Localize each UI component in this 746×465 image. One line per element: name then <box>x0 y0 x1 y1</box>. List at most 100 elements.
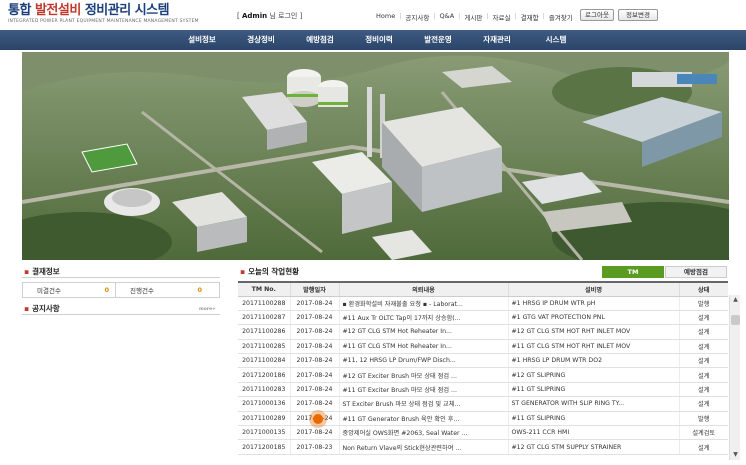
table-row[interactable]: 20171100287 2017-08-24 #11 Aux Tr OLTC Tap… <box>238 310 728 326</box>
cell-request[interactable]: 중앙제어실 OWS화면 #2063, Seal Water ... <box>338 425 508 441</box>
cell-tm-no: 20171100287 <box>238 310 290 326</box>
link-favorites[interactable]: 즐겨찾기 <box>545 12 577 22</box>
logo-title: 통합 발전설비 정비관리 시스템 <box>8 3 170 18</box>
cell-equipment: #11 GT CLG STM HOT RHT INLET MOV <box>507 339 679 355</box>
cell-status: 설계 <box>678 439 728 455</box>
cell-tm-no: 20171000135 <box>238 425 290 441</box>
cell-tm-no: 20171100288 <box>238 296 290 311</box>
pending-count[interactable]: 0 <box>83 286 109 294</box>
cell-status: 설계 <box>678 353 728 369</box>
cell-equipment: #12 GT CLG STM HOT RHT INLET MOV <box>507 324 679 340</box>
cell-request[interactable]: #11, 12 HRSG LP Drum/FWP Disch... <box>338 353 508 369</box>
work-section-title: ▪ 오늘의 작업현황 <box>240 267 300 276</box>
cell-request[interactable]: #11 Aux Tr OLTC Tap이 17까지 상승함(... <box>338 310 508 326</box>
table-row[interactable]: 20171100288 2017-08-24 ▪ 환경화학설비 자재불출 요청 ▪ … <box>238 296 728 311</box>
cell-status: 설계 <box>678 324 728 340</box>
table-row[interactable]: 20171200186 2017-08-24 #12 GT Exciter Brus… <box>238 367 728 383</box>
cell-status: 설계 <box>678 396 728 412</box>
user-info: [ Admin 님 로그인 ] <box>237 12 303 20</box>
link-qna[interactable]: Q&A <box>436 12 459 22</box>
scroll-down-icon[interactable]: ▼ <box>730 450 741 460</box>
nav-system[interactable]: 시스템 <box>527 30 586 50</box>
notice-section-title: ▪ 공지사항 <box>24 304 60 313</box>
cell-request[interactable]: Non Return Vlave의 Stick현상관련하여 ... <box>338 439 508 455</box>
cell-equipment: #1 GTG VAT PROTECTION PNL <box>507 310 679 326</box>
header: 통합 발전설비 정비관리 시스템 INTEGRATED POWER PLANT … <box>0 0 746 30</box>
main-nav: 설비정보 경상정비 예방점검 정비이력 발전운영 자재관리 시스템 <box>0 30 746 50</box>
nav-material-management[interactable]: 자재관리 <box>468 30 527 50</box>
cell-request[interactable]: #11 GT CLG STM Hot Reheater In... <box>338 339 508 355</box>
column-header-request: 의뢰내용 <box>338 283 508 297</box>
cell-status: 발행 <box>678 411 728 427</box>
column-header-equipment: 설비명 <box>507 283 679 297</box>
power-plant-illustration <box>22 52 729 260</box>
table-row[interactable]: 20171100283 2017-08-24 #11 GT Exciter Brus… <box>238 382 728 398</box>
tab-tm[interactable]: TM <box>602 266 664 278</box>
link-home[interactable]: Home <box>372 12 399 22</box>
scroll-up-icon[interactable]: ▲ <box>730 295 741 305</box>
top-links: Home | 공지사항 | Q&A | 게시판 | 자료실 | 결재함 | 즐겨찾기 <box>372 12 577 22</box>
cell-status: 발행 <box>678 296 728 311</box>
cell-status: 설계 <box>678 310 728 326</box>
link-archive[interactable]: 자료실 <box>489 12 515 22</box>
logout-button[interactable]: 로그아웃 <box>580 9 614 21</box>
table-scrollbar[interactable]: ▲ ▼ <box>729 295 740 460</box>
tab-preventive-check[interactable]: 예방점검 <box>665 266 727 278</box>
cell-tm-no: 20171100286 <box>238 324 290 340</box>
nav-equipment-info[interactable]: 설비정보 <box>173 30 232 50</box>
in-progress-count[interactable]: 0 <box>176 286 202 294</box>
column-header-tm-no: TM No. <box>238 283 290 297</box>
notice-more-link[interactable]: more+ <box>199 307 216 312</box>
logo[interactable]: 통합 발전설비 정비관리 시스템 INTEGRATED POWER PLANT … <box>8 3 199 27</box>
profile-button[interactable]: 정보변경 <box>618 9 658 21</box>
nav-plant-operation[interactable]: 발전운영 <box>409 30 468 50</box>
table-row[interactable]: 20171000136 2017-08-24 ST Exciter Brush 마모… <box>238 396 728 412</box>
nav-preventive-check[interactable]: 예방점검 <box>291 30 350 50</box>
cell-tm-no: 20171100284 <box>238 353 290 369</box>
cell-equipment: #11 GT SLIPRING <box>507 382 679 398</box>
table-row[interactable]: 20171000135 2017-08-24 중앙제어실 OWS화면 #2063, … <box>238 425 728 441</box>
approval-counts: 미결건수 0 진행건수 0 <box>22 282 220 298</box>
cell-date: 2017-08-24 <box>289 324 339 340</box>
power-plant-banner <box>22 52 729 260</box>
cell-tm-no: 20171100283 <box>238 382 290 398</box>
link-approval[interactable]: 결재함 <box>517 12 543 22</box>
cell-equipment: #12 GT CLG STM SUPPLY STRAINER <box>507 439 679 455</box>
nav-routine-maintenance[interactable]: 경상정비 <box>232 30 291 50</box>
cell-request[interactable]: #12 GT CLG STM Hot Reheater In... <box>338 324 508 340</box>
cell-equipment: OWS-211 CCR HMI <box>507 425 679 441</box>
link-board[interactable]: 게시판 <box>460 12 486 22</box>
table-row[interactable]: 20171100284 2017-08-24 #11, 12 HRSG LP Dru… <box>238 353 728 369</box>
cell-date: 2017-08-24 <box>289 382 339 398</box>
pending-label: 미결건수 <box>37 287 61 295</box>
cell-date: 2017-08-23 <box>289 439 339 455</box>
cell-date: 2017-08-24 <box>289 367 339 383</box>
table-row[interactable]: 20171100286 2017-08-24 #12 GT CLG STM Hot … <box>238 324 728 340</box>
cell-date: 2017-08-24 <box>289 425 339 441</box>
table-row[interactable]: 20171200185 2017-08-23 Non Return Vlave의 S… <box>238 439 728 455</box>
cell-status: 설계검토 <box>678 425 728 441</box>
login-link[interactable]: 로그인 <box>278 12 297 20</box>
cell-equipment: #11 GT SLIPRING <box>507 411 679 427</box>
divider <box>22 314 220 315</box>
cell-tm-no: 20171200185 <box>238 439 290 455</box>
nav-maintenance-history[interactable]: 정비이력 <box>350 30 409 50</box>
link-notice[interactable]: 공지사항 <box>401 12 433 22</box>
cell-tm-no: 20171100285 <box>238 339 290 355</box>
cell-tm-no: 20171000136 <box>238 396 290 412</box>
table-row[interactable]: 20171100285 2017-08-24 #11 GT CLG STM Hot … <box>238 339 728 355</box>
click-indicator-icon <box>309 410 327 428</box>
in-progress-label: 진행건수 <box>130 287 154 295</box>
cell-request[interactable]: #12 GT Exciter Brush 마모 상태 점검 ... <box>338 367 508 383</box>
divider <box>22 277 220 278</box>
cell-date: 2017-08-24 <box>289 310 339 326</box>
cell-request[interactable]: #11 GT Exciter Brush 마모 상태 점검 ... <box>338 382 508 398</box>
column-header-date: 발행일자 <box>289 283 339 297</box>
cell-request[interactable]: ▪ 환경화학설비 자재불출 요청 ▪ - Laborat... <box>338 296 508 311</box>
cell-equipment: #1 HRSG IP DRUM WTR pH <box>507 296 679 311</box>
scroll-thumb[interactable] <box>731 315 740 325</box>
logo-subtitle: INTEGRATED POWER PLANT EQUIPMENT MAINTEN… <box>8 19 199 24</box>
cell-request[interactable]: ST Exciter Brush 마모 상태 점검 및 교체... <box>338 396 508 412</box>
cell-request[interactable]: #11 GT Generator Brush 육안 확인 후... <box>338 411 508 427</box>
cell-status: 설계 <box>678 339 728 355</box>
